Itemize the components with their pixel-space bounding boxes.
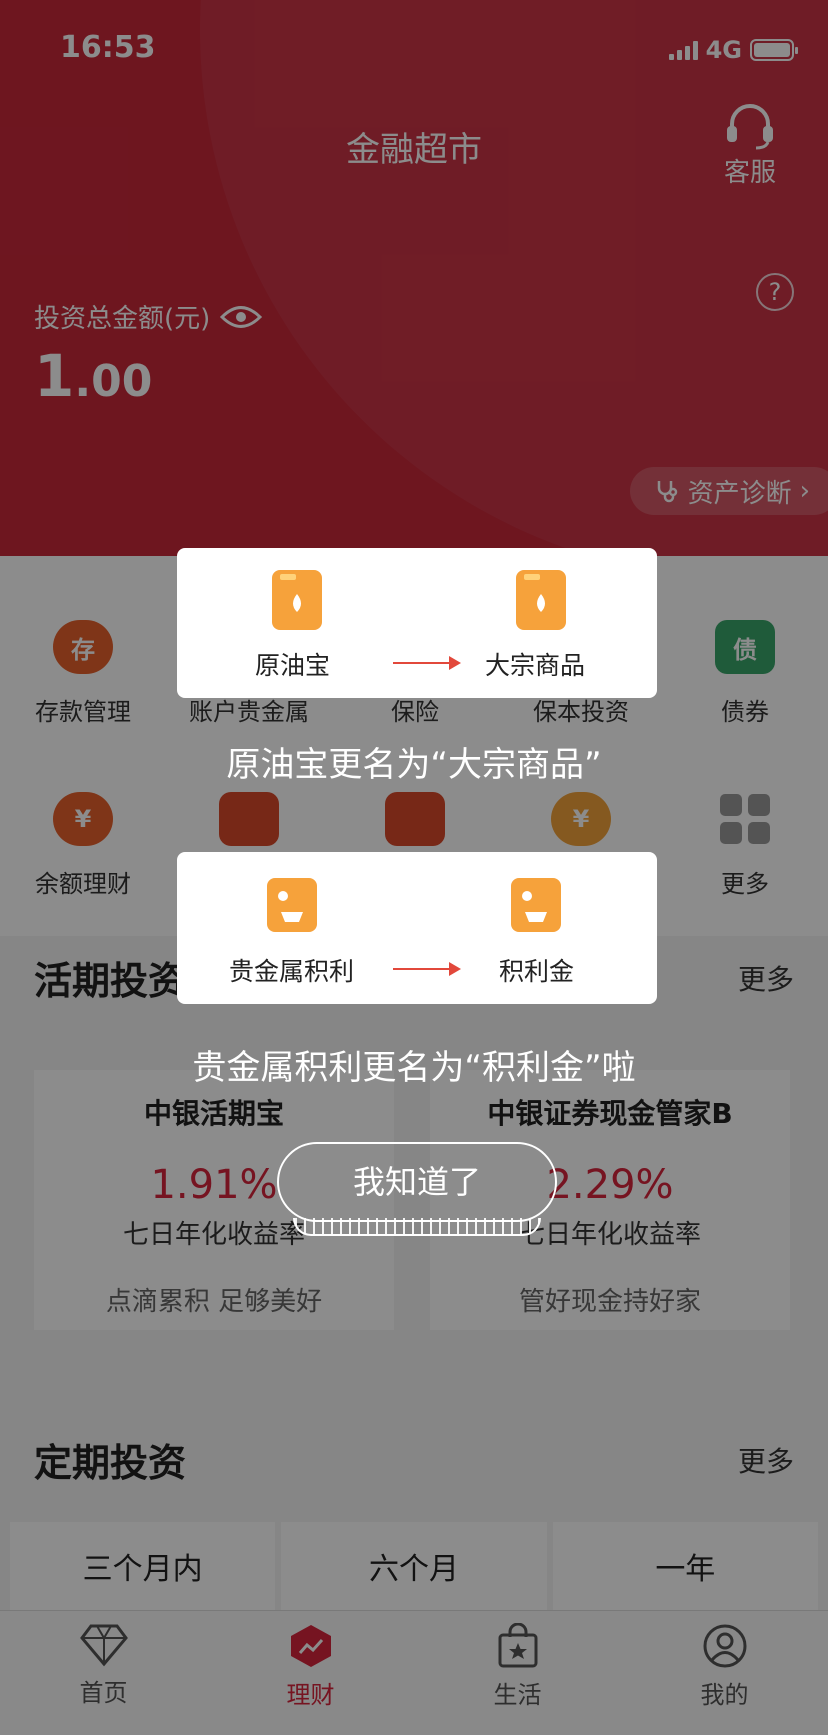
arrow-right-icon [393,656,461,670]
old-name: 原油宝 [255,651,331,680]
old-name: 贵金属积利 [229,957,355,986]
arrow-right-icon [393,962,461,976]
new-name: 积利金 [499,957,575,986]
rename-caption-crude-oil: 原油宝更名为“大宗商品” [226,745,602,785]
got-it-button[interactable]: 我知道了 [277,1142,557,1236]
gold-ingot-icon [511,878,561,932]
rename-caption-precious-metal: 贵金属积利更名为“积利金”啦 [192,1048,636,1088]
new-name: 大宗商品 [485,651,586,680]
gold-ingot-icon [267,878,317,932]
rename-popup-crude-oil: 原油宝 大宗商品 [177,548,657,698]
oil-can-icon [272,570,322,630]
oil-can-icon [516,570,566,630]
rename-popup-precious-metal: 贵金属积利 积利金 [177,852,657,1004]
